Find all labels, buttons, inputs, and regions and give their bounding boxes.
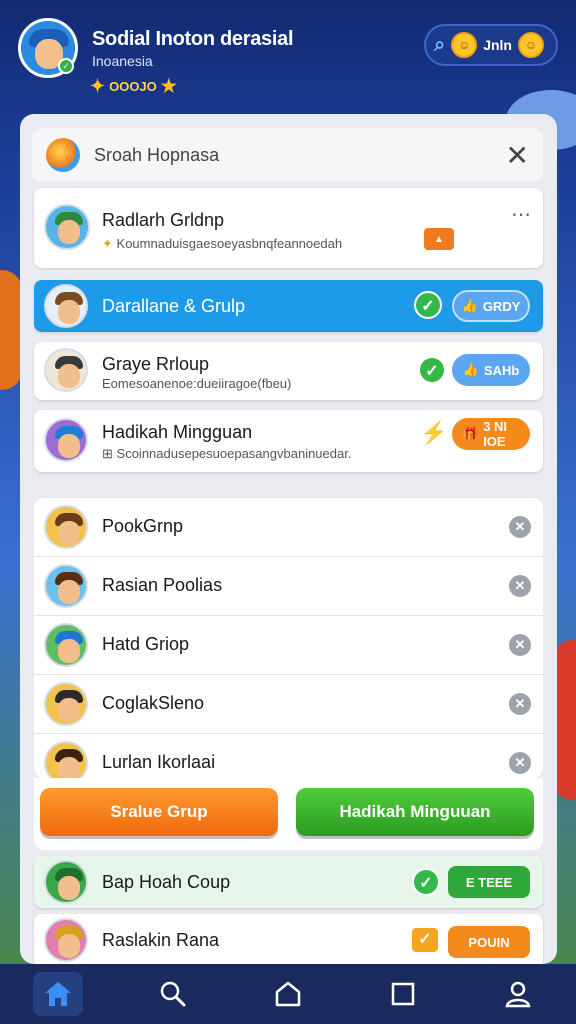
group-avatar bbox=[44, 348, 88, 392]
level-badge: ✦ OOOJO ★ bbox=[90, 76, 177, 97]
group-row[interactable]: Raslakin Rana ✓ POUIN bbox=[34, 914, 543, 964]
weekly-gift-button[interactable]: Hadikah Minguuan bbox=[296, 788, 534, 836]
lightning-icon: ⚡ bbox=[420, 420, 448, 445]
check-icon: ✓ bbox=[418, 356, 446, 384]
app-header: ✓ Sodial Inoton derasial Inoanesia ✦ OOO… bbox=[0, 0, 576, 110]
group-list: PookGrnp ✕ Rasian Poolias ✕ Hatd Griop ✕… bbox=[34, 498, 543, 778]
group-name: Hadikah Mingguan bbox=[102, 422, 253, 442]
group-avatar bbox=[44, 204, 90, 250]
group-row[interactable]: Radlarh Grldnp ✦ Koumnaduisgaesoeyasbnqf… bbox=[34, 188, 543, 268]
coin-icon: ☺ bbox=[517, 32, 544, 58]
bottom-navigation bbox=[0, 964, 576, 1024]
group-name: Radlarh Grldnp bbox=[102, 210, 225, 230]
group-name: Darallane & Grulp bbox=[102, 296, 246, 316]
group-avatar bbox=[44, 284, 88, 328]
home-icon bbox=[44, 982, 71, 1006]
nav-square[interactable] bbox=[378, 972, 428, 1016]
search-input[interactable]: Sroah Hopnasa bbox=[94, 145, 506, 166]
group-description: Eomesoanenoe:dueiiragoe(fbeu) bbox=[102, 376, 292, 391]
join-group-button[interactable]: Sralue Grup bbox=[40, 788, 278, 836]
group-description: ⊞ Scoinnadusepesuoepasangvbaninuedar. bbox=[102, 446, 352, 461]
group-name: Raslakin Rana bbox=[102, 930, 220, 950]
group-row[interactable]: Grayе Rrloup Eomesoanenoe:dueiiragoe(fbe… bbox=[34, 342, 543, 400]
close-icon[interactable]: ✕ bbox=[506, 139, 529, 172]
page-subtitle: Inoanesia bbox=[92, 53, 153, 69]
group-avatar bbox=[44, 918, 88, 962]
search-icon bbox=[160, 981, 186, 1007]
group-description: ✦ Koumnaduisgaesoeyasbnqfeannoedah bbox=[102, 236, 343, 251]
nav-home[interactable] bbox=[32, 972, 83, 1016]
check-icon: ✓ bbox=[414, 291, 442, 319]
list-item-name: Hatd Griop bbox=[102, 634, 190, 654]
row-action-button[interactable]: 👍 GRDY bbox=[452, 290, 530, 322]
level-badge-text: OOOJO bbox=[109, 79, 157, 94]
group-row[interactable]: Hadikah Mingguan ⊞ Scoinnadusepesuoepasa… bbox=[34, 410, 543, 472]
member-avatar bbox=[44, 505, 88, 549]
more-icon[interactable]: ⋯ bbox=[511, 202, 531, 227]
thumbs-up-icon: 👍 bbox=[461, 298, 478, 313]
group-row-selected[interactable]: Darallane & Grulp ✓ 👍 GRDY bbox=[34, 280, 543, 332]
check-icon: ✓ bbox=[412, 868, 440, 896]
search-bar[interactable]: Sroah Hopnasa ✕ bbox=[32, 128, 543, 182]
group-avatar bbox=[44, 860, 88, 904]
list-item-name: Lurlan Ikorlaai bbox=[102, 752, 216, 772]
remove-icon[interactable]: ✕ bbox=[509, 575, 531, 597]
nav-search[interactable] bbox=[148, 972, 198, 1016]
list-item-name: Rasian Poolias bbox=[102, 575, 223, 595]
remove-icon[interactable]: ✕ bbox=[509, 634, 531, 656]
row-action-button[interactable]: 👍 SAHb bbox=[452, 354, 530, 386]
list-item-name: CoglakSleno bbox=[102, 693, 205, 713]
star-icon: ★ bbox=[160, 76, 177, 96]
check-box-icon: ✓ bbox=[412, 928, 438, 952]
remove-icon[interactable]: ✕ bbox=[509, 693, 531, 715]
list-item[interactable]: Hatd Griop ✕ bbox=[34, 616, 543, 675]
remove-icon[interactable]: ✕ bbox=[509, 752, 531, 774]
member-avatar bbox=[44, 623, 88, 667]
group-row[interactable]: Bap Hoah Coup ✓ E TEEE bbox=[34, 856, 543, 908]
list-item[interactable]: PookGrnp ✕ bbox=[34, 498, 543, 557]
verified-icon: ✓ bbox=[58, 58, 74, 74]
group-name: Bap Hoah Coup bbox=[102, 872, 231, 892]
row-action-button[interactable]: 🎁 3 NI IOE bbox=[452, 418, 530, 450]
row-action-button[interactable]: E TEEE bbox=[448, 866, 530, 898]
star-icon: ✦ bbox=[102, 236, 113, 251]
group-panel: Sroah Hopnasa ✕ Radlarh Grldnp ✦ Koumnad… bbox=[20, 114, 557, 964]
nav-profile[interactable] bbox=[493, 972, 543, 1016]
user-icon bbox=[505, 981, 531, 1008]
row-action-button[interactable]: ▲ bbox=[424, 228, 454, 250]
list-item-name: PookGrnp bbox=[102, 516, 184, 536]
nav-groups[interactable] bbox=[263, 972, 313, 1016]
row-action-button[interactable]: POUIN bbox=[448, 926, 530, 958]
thumbs-up-icon: 👍 bbox=[462, 362, 479, 377]
search-coins-pill[interactable]: ⌕ ☺ Jnln ☺ bbox=[424, 24, 558, 66]
home-outline-icon bbox=[275, 981, 301, 1007]
action-bar: Sralue Grup Hadikah Minguuan bbox=[34, 778, 543, 850]
group-name: Grayе Rrloup bbox=[102, 354, 210, 374]
list-item[interactable]: CoglakSleno ✕ bbox=[34, 675, 543, 734]
member-avatar bbox=[44, 682, 88, 726]
search-icon[interactable]: ⌕ bbox=[434, 34, 445, 57]
member-avatar bbox=[44, 564, 88, 608]
member-avatar bbox=[44, 741, 88, 778]
remove-icon[interactable]: ✕ bbox=[509, 516, 531, 538]
background-decoration bbox=[0, 270, 22, 390]
star-icon: ✦ bbox=[90, 76, 106, 96]
square-icon bbox=[391, 982, 415, 1006]
background-decoration bbox=[554, 640, 576, 800]
list-item[interactable]: Rasian Poolias ✕ bbox=[34, 557, 543, 616]
coin-label: Jnln bbox=[483, 37, 512, 53]
coin-icon: ☺ bbox=[451, 32, 478, 58]
group-avatar bbox=[44, 418, 88, 462]
ball-icon bbox=[46, 138, 80, 172]
gift-icon: ⊞ bbox=[102, 446, 113, 461]
page-title: Sodial Inoton derasial bbox=[92, 28, 294, 50]
gift-icon: 🎁 bbox=[462, 426, 479, 441]
list-item[interactable]: Lurlan Ikorlaai ✕ bbox=[34, 734, 543, 778]
